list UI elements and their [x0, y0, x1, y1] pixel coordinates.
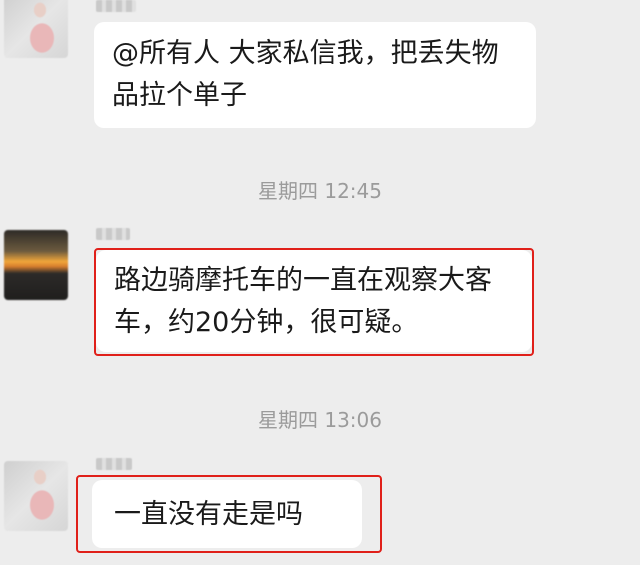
timestamp: 星期四 12:45	[258, 179, 382, 203]
message-bubble[interactable]: 一直没有走是吗	[92, 480, 362, 548]
message-bubble[interactable]: 路边骑摩托车的一直在观察大客车，约20分钟，很可疑。	[96, 250, 532, 352]
message-bubble[interactable]: @所有人 大家私信我，把丢失物品拉个单子	[94, 22, 536, 128]
message-text: @所有人 大家私信我，把丢失物品拉个单子	[112, 38, 499, 111]
timestamp: 星期四 13:06	[258, 408, 382, 432]
message-text: 一直没有走是吗	[114, 499, 303, 530]
sender-name-blurred	[96, 228, 130, 240]
sender-avatar[interactable]	[4, 230, 68, 300]
sender-avatar[interactable]	[4, 461, 68, 531]
sender-name-blurred	[96, 0, 136, 12]
sender-name-blurred	[96, 458, 132, 470]
sender-avatar[interactable]	[4, 0, 68, 58]
message-text: 路边骑摩托车的一直在观察大客车，约20分钟，很可疑。	[114, 265, 492, 338]
